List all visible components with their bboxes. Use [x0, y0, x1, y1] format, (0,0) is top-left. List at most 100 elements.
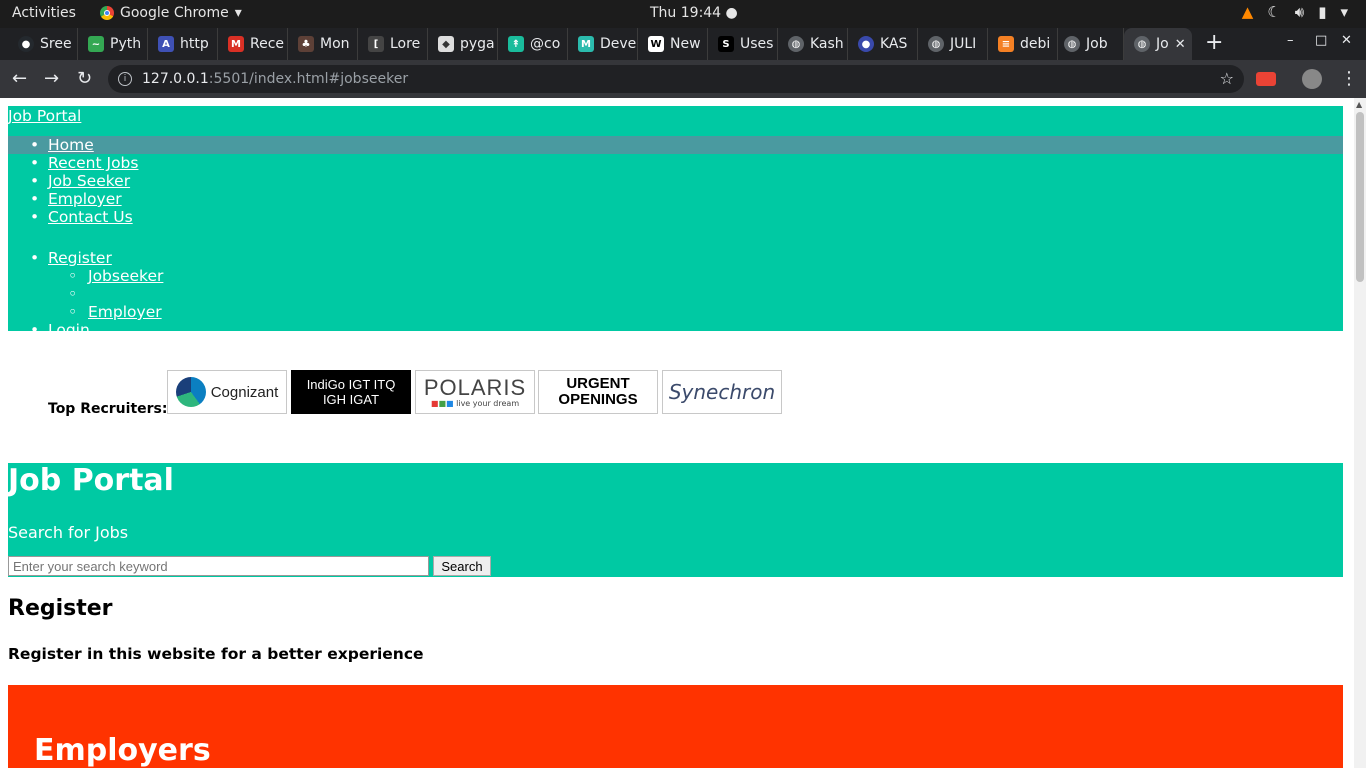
globe-icon: ◍ — [928, 36, 944, 52]
logo-polaris[interactable]: POLARIS ■■■ live your dream — [415, 370, 535, 414]
back-icon[interactable]: ← — [12, 68, 27, 89]
volume-icon[interactable]: 🔊︎ — [1295, 3, 1304, 21]
logo-text: URGENT — [566, 375, 630, 392]
url-path: :5501/index.html#jobseeker — [208, 71, 409, 87]
brand-link[interactable]: Job Portal — [8, 107, 81, 125]
logo-urgent-openings[interactable]: URGENT OPENINGS — [538, 370, 658, 414]
logo-synechron[interactable]: Synechron — [662, 370, 782, 414]
cube-icon: ◆ — [438, 36, 454, 52]
tab[interactable]: ◍ Job — [1054, 28, 1124, 60]
tab[interactable]: ≡ debi — [988, 28, 1058, 60]
search-button[interactable]: Search — [433, 556, 491, 576]
profile-avatar[interactable] — [1302, 69, 1322, 89]
tab[interactable]: Ahttp — [148, 28, 218, 60]
nav-item-recent-jobs[interactable]: Recent Jobs — [8, 154, 1343, 172]
tab-active[interactable]: ◍ Jo ✕ — [1124, 28, 1192, 60]
logo-text: POLARIS — [423, 374, 527, 400]
nav-subitem-jobseeker[interactable]: Jobseeker — [8, 267, 1343, 285]
tab-label: http — [180, 36, 209, 52]
forward-icon[interactable]: → — [44, 68, 59, 89]
tab[interactable]: ~ Pyth — [78, 28, 148, 60]
scrollbar-thumb[interactable] — [1356, 112, 1364, 282]
tab[interactable]: [Lore — [358, 28, 428, 60]
tab-label: @co — [530, 36, 561, 52]
vlc-icon[interactable]: ▲ — [1242, 3, 1254, 21]
nav-link[interactable]: Jobseeker — [88, 267, 163, 285]
hero-subtitle: Search for Jobs — [8, 523, 129, 542]
chevron-down-icon[interactable]: ▾ — [1340, 3, 1348, 21]
tab[interactable]: ● Sree — [8, 28, 78, 60]
tab[interactable]: S Uses — [708, 28, 778, 60]
nav-link[interactable]: Recent Jobs — [48, 154, 138, 172]
logo-indigo-igt[interactable]: IndiGo IGT ITQ IGH IGAT — [291, 370, 411, 414]
tab-label: KAS — [880, 36, 908, 52]
register-title: Register — [8, 596, 113, 621]
activities-button[interactable]: Activities — [12, 5, 76, 21]
search-input[interactable] — [8, 556, 429, 576]
more-menu-icon[interactable]: ⋮ — [1340, 68, 1358, 89]
app-menu[interactable]: Google Chrome ▾ — [100, 5, 242, 21]
maximize-icon[interactable]: □ — [1315, 33, 1327, 48]
new-tab-icon[interactable]: + — [1205, 30, 1223, 55]
reload-icon[interactable]: ↻ — [77, 68, 92, 89]
tab[interactable]: ↟ @co — [498, 28, 568, 60]
clock[interactable]: Thu 19:44 ● — [650, 5, 738, 21]
top-recruiters: Top Recruiters: Cognizant IndiGo IGT ITQ… — [48, 368, 828, 418]
logo-cognizant[interactable]: Cognizant — [167, 370, 287, 414]
wikipedia-icon: W — [648, 36, 664, 52]
tab-label: Deve — [600, 36, 637, 52]
nav-link[interactable]: Login — [48, 321, 90, 339]
nav-link[interactable]: Home — [48, 136, 94, 154]
info-icon[interactable]: i — [118, 72, 132, 86]
close-window-icon[interactable]: ✕ — [1341, 33, 1352, 48]
nav-subitem-employer[interactable]: Employer — [8, 303, 1343, 321]
tab[interactable]: ◆ pyga — [428, 28, 498, 60]
nav-link[interactable]: Employer — [48, 190, 122, 208]
close-tab-icon[interactable]: ✕ — [1175, 37, 1186, 52]
tab[interactable]: ◍ Kash — [778, 28, 848, 60]
tab-label: New — [670, 36, 701, 52]
tab[interactable]: M Deve — [568, 28, 638, 60]
nav-link[interactable]: Register — [48, 249, 112, 267]
navbar: Job Portal Home Recent Jobs Job Seeker E… — [8, 106, 1343, 339]
palm-icon: ♣ — [298, 36, 314, 52]
tab[interactable]: ◍ JULI — [918, 28, 988, 60]
tab-label: Kash — [810, 36, 844, 52]
extension-icon[interactable] — [1256, 72, 1276, 86]
earth-icon: ● — [858, 36, 874, 52]
page-scrollbar[interactable]: ▲ — [1354, 98, 1366, 768]
register-description: Register in this website for a better ex… — [8, 645, 424, 663]
hero-title: Job Portal — [8, 463, 174, 498]
nav-item-home[interactable]: Home — [8, 136, 1343, 154]
tab-label: Uses — [740, 36, 774, 52]
scroll-up-icon[interactable]: ▲ — [1356, 100, 1362, 109]
nav-item-register[interactable]: Register — [8, 249, 1343, 267]
gmail-icon: M — [228, 36, 244, 52]
url-host: 127.0.0.1 — [142, 71, 209, 87]
bookmark-star-icon[interactable]: ☆ — [1220, 69, 1234, 88]
nav-link[interactable]: Job Seeker — [48, 172, 130, 190]
nav-link[interactable]: Employer — [88, 303, 162, 321]
globe-icon: ◍ — [788, 36, 804, 52]
system-tray[interactable]: ▲ ☾ 🔊︎ ▮ ▾ — [1242, 3, 1348, 21]
tab[interactable]: ♣ Mon — [288, 28, 358, 60]
logo-text: OPENINGS — [558, 391, 638, 408]
nav-link[interactable]: Contact Us — [48, 208, 133, 226]
tab[interactable]: ● KAS — [848, 28, 918, 60]
logo-text: IndiGo IGT ITQ — [306, 377, 396, 392]
search-hero: Job Portal Search for Jobs Search — [8, 463, 1343, 577]
url-text[interactable]: 127.0.0.1:5501/index.html#jobseeker — [142, 71, 408, 87]
tab-label: Sree — [40, 36, 72, 52]
tab[interactable]: M Rece — [218, 28, 288, 60]
battery-icon[interactable]: ▮ — [1318, 3, 1326, 21]
tab-label: Mon — [320, 36, 350, 52]
tab[interactable]: W New — [638, 28, 708, 60]
nav-item-contact-us[interactable]: Contact Us — [8, 208, 1343, 226]
minimize-icon[interactable]: – — [1287, 33, 1294, 48]
nav-item-job-seeker[interactable]: Job Seeker — [8, 172, 1343, 190]
address-bar[interactable]: i 127.0.0.1:5501/index.html#jobseeker ☆ — [108, 65, 1244, 93]
nav-item-login[interactable]: Login — [8, 321, 1343, 339]
tagline-text: live your dream — [456, 398, 520, 408]
nav-item-employer[interactable]: Employer — [8, 190, 1343, 208]
night-light-icon[interactable]: ☾ — [1267, 3, 1280, 21]
